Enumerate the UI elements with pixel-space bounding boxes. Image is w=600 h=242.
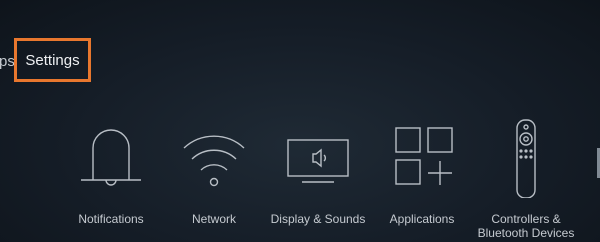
tile-controllers-bluetooth[interactable]: Controllers & Bluetooth Devices (466, 118, 586, 242)
top-nav: ps Settings (0, 38, 600, 86)
tile-applications-label: Applications (389, 212, 455, 226)
tile-network[interactable]: Network (154, 118, 274, 242)
remote-icon (486, 118, 566, 198)
tile-controllers-bluetooth-label: Controllers & Bluetooth Devices (477, 212, 575, 240)
wifi-icon (174, 118, 254, 198)
tile-notifications-label: Notifications (78, 212, 144, 226)
nav-item-settings[interactable]: Settings (14, 38, 91, 82)
nav-item-settings-label: Settings (25, 51, 80, 69)
tile-network-label: Network (191, 212, 236, 226)
bell-icon (71, 118, 151, 198)
apps-icon (382, 118, 462, 198)
tile-notifications[interactable]: Notifications (51, 118, 171, 242)
tile-display-sounds[interactable]: Display & Sounds (258, 118, 378, 242)
nav-item-apps-partial[interactable]: ps (0, 53, 15, 70)
tile-display-sounds-label: Display & Sounds (270, 212, 366, 226)
display-icon (278, 118, 358, 198)
tile-applications[interactable]: Applications (362, 118, 482, 242)
